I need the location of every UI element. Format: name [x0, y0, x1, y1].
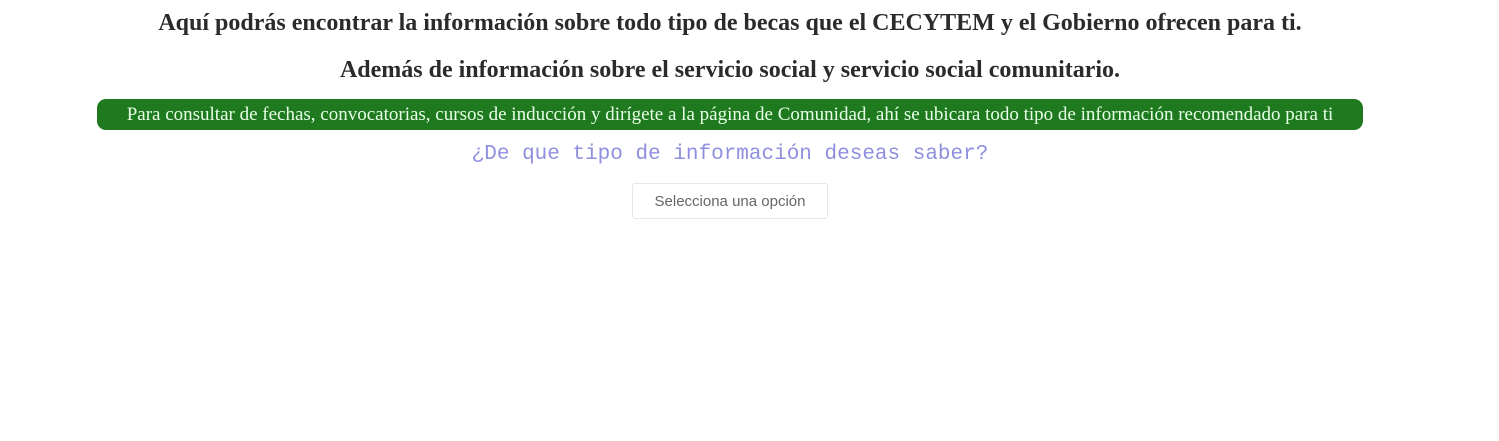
info-type-select[interactable]: Selecciona una opción	[633, 184, 827, 218]
info-type-question: ¿De que tipo de información deseas saber…	[471, 143, 989, 166]
page: Aquí podrás encontrar la información sob…	[0, 0, 1499, 441]
intro-text-line-1: Aquí podrás encontrar la información sob…	[158, 10, 1302, 36]
community-notice-banner: Para consultar de fechas, convocatorias,…	[97, 99, 1363, 130]
info-type-select-container: Selecciona una opción	[632, 183, 828, 219]
intro-text-line-2: Además de información sobre el servicio …	[339, 57, 1121, 83]
